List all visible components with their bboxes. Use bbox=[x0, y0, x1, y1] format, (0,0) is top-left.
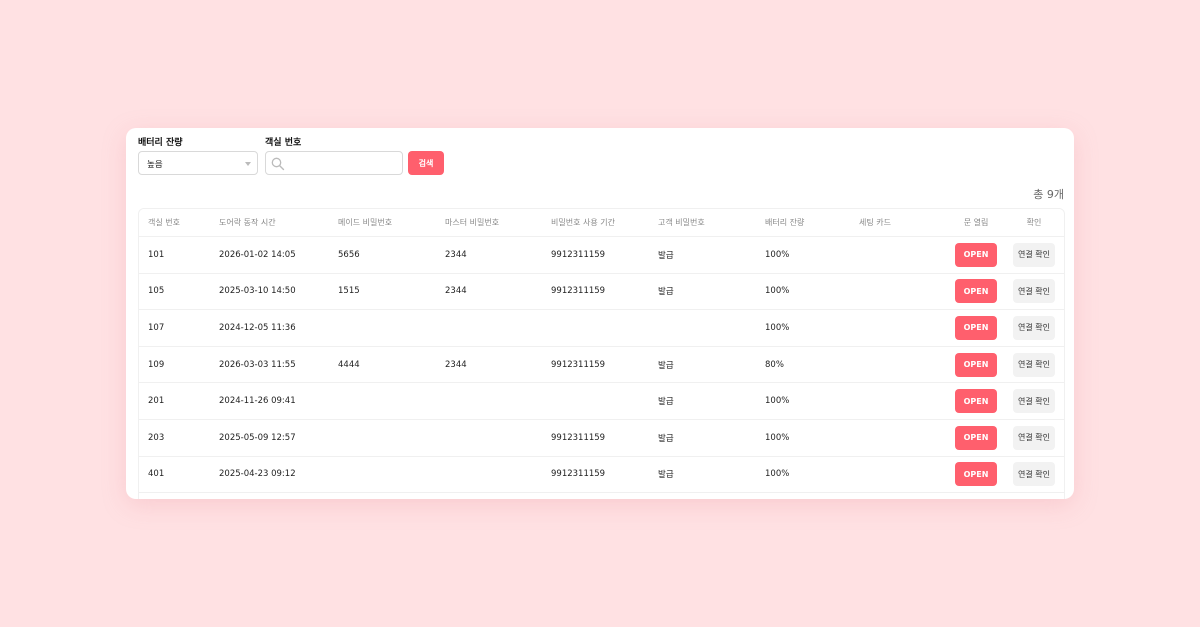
search-icon bbox=[271, 157, 285, 171]
cell-master-password: 2344 bbox=[445, 249, 467, 260]
table-row: 107 2024-12-05 11:36 100% OPEN 연결 확인 bbox=[139, 310, 1064, 347]
cell-guest-password: 발급 bbox=[658, 433, 674, 444]
open-door-button[interactable]: OPEN bbox=[955, 315, 997, 340]
cell-door-open: OPEN bbox=[955, 310, 997, 346]
check-connection-button[interactable]: 연결 확인 bbox=[1013, 425, 1055, 450]
table-row: 401 2025-04-23 09:12 9912311159 발급 100% OPEN 연… bbox=[139, 457, 1064, 494]
table-row: 201 2024-11-26 09:41 발급 100% OPEN 연결 확인 bbox=[139, 383, 1064, 420]
table-row: 203 2025-05-09 12:57 9912311159 발급 100% OPEN 연… bbox=[139, 420, 1064, 457]
header-door-open: 문 열림 bbox=[963, 218, 989, 227]
check-connection-button[interactable]: 연결 확인 bbox=[1013, 279, 1055, 304]
room-filter-label: 객실 번호 bbox=[265, 138, 302, 148]
chevron-down-icon bbox=[245, 162, 251, 166]
table-row: 105 2025-03-10 14:50 1515 2344 9912311159 발급 1… bbox=[139, 274, 1064, 311]
cell-doorlock-time: 2026-03-03 11:55 bbox=[219, 359, 296, 370]
total-count: 총 9개 bbox=[1033, 188, 1064, 201]
cell-maid-password: 1515 bbox=[338, 286, 360, 297]
header-guest-password: 고객 비밀번호 bbox=[658, 218, 705, 227]
open-door-button[interactable]: OPEN bbox=[955, 242, 997, 267]
cell-battery: 100% bbox=[765, 286, 790, 297]
cell-room-number: 201 bbox=[148, 396, 165, 407]
header-room-number: 객실 번호 bbox=[148, 218, 180, 227]
battery-filter-label: 배터리 잔량 bbox=[138, 138, 183, 148]
cell-room-number: 203 bbox=[148, 432, 165, 443]
cell-door-open: OPEN bbox=[955, 457, 997, 493]
cell-guest-password: 발급 bbox=[658, 287, 674, 298]
cell-guest-password: 발급 bbox=[658, 250, 674, 261]
header-doorlock-time: 도어락 동작 시간 bbox=[219, 218, 276, 227]
cell-battery: 100% bbox=[765, 249, 790, 260]
header-master-password: 마스터 비밀번호 bbox=[445, 218, 500, 227]
cell-door-open: OPEN bbox=[955, 420, 997, 456]
cell-battery: 100% bbox=[765, 432, 790, 443]
room-status-card: 배터리 잔량 높음 객실 번호 검색 총 9개 객실 번호 도어락 동작 시간 … bbox=[126, 128, 1074, 499]
header-battery: 배터리 잔량 bbox=[765, 218, 805, 227]
cell-confirm: 연결 확인 bbox=[1012, 420, 1056, 456]
cell-doorlock-time: 2025-03-10 14:50 bbox=[219, 286, 296, 297]
cell-guest-password: 발급 bbox=[658, 470, 674, 481]
cell-door-open: OPEN bbox=[955, 237, 997, 273]
room-search-field[interactable] bbox=[265, 151, 403, 175]
cell-password-period: 9912311159 bbox=[551, 432, 606, 443]
header-setting-card: 세팅 카드 bbox=[859, 218, 891, 227]
cell-master-password: 2344 bbox=[445, 286, 467, 297]
cell-maid-password: 4444 bbox=[338, 359, 360, 370]
cell-doorlock-time: 2026-01-02 14:05 bbox=[219, 249, 296, 260]
battery-select-value: 높음 bbox=[147, 160, 163, 170]
cell-maid-password: 5656 bbox=[338, 249, 360, 260]
open-door-button[interactable]: OPEN bbox=[955, 425, 997, 450]
table-row: 101 2026-01-02 14:05 5656 2344 9912311159 발급 1… bbox=[139, 237, 1064, 274]
battery-select[interactable]: 높음 bbox=[138, 151, 258, 175]
cell-room-number: 107 bbox=[148, 322, 165, 333]
search-button[interactable]: 검색 bbox=[408, 151, 444, 175]
cell-room-number: 105 bbox=[148, 286, 165, 297]
cell-confirm: 연결 확인 bbox=[1012, 274, 1056, 310]
cell-confirm: 연결 확인 bbox=[1012, 347, 1056, 383]
cell-password-period: 9912311159 bbox=[551, 469, 606, 480]
cell-door-open: OPEN bbox=[955, 347, 997, 383]
table-body: 101 2026-01-02 14:05 5656 2344 9912311159 발급 1… bbox=[139, 237, 1064, 494]
cell-doorlock-time: 2025-04-23 09:12 bbox=[219, 469, 296, 480]
cell-confirm: 연결 확인 bbox=[1012, 310, 1056, 346]
cell-confirm: 연결 확인 bbox=[1012, 237, 1056, 273]
cell-guest-password: 발급 bbox=[658, 397, 674, 408]
cell-password-period: 9912311159 bbox=[551, 249, 606, 260]
cell-door-open: OPEN bbox=[955, 383, 997, 419]
cell-doorlock-time: 2024-12-05 11:36 bbox=[219, 322, 296, 333]
check-connection-button[interactable]: 연결 확인 bbox=[1013, 315, 1055, 340]
cell-password-period: 9912311159 bbox=[551, 286, 606, 297]
cell-room-number: 401 bbox=[148, 469, 165, 480]
table-header: 객실 번호 도어락 동작 시간 메이드 비밀번호 마스터 비밀번호 비밀번호 사… bbox=[139, 209, 1064, 237]
cell-room-number: 101 bbox=[148, 249, 165, 260]
header-confirm: 확인 bbox=[1026, 218, 1042, 227]
open-door-button[interactable]: OPEN bbox=[955, 389, 997, 414]
cell-master-password: 2344 bbox=[445, 359, 467, 370]
cell-room-number: 109 bbox=[148, 359, 165, 370]
room-table: 객실 번호 도어락 동작 시간 메이드 비밀번호 마스터 비밀번호 비밀번호 사… bbox=[138, 208, 1065, 499]
cell-doorlock-time: 2024-11-26 09:41 bbox=[219, 396, 296, 407]
header-maid-password: 메이드 비밀번호 bbox=[338, 218, 393, 227]
room-search-input[interactable] bbox=[286, 154, 398, 172]
cell-confirm: 연결 확인 bbox=[1012, 457, 1056, 493]
cell-password-period: 9912311159 bbox=[551, 359, 606, 370]
open-door-button[interactable]: OPEN bbox=[955, 462, 997, 487]
cell-battery: 100% bbox=[765, 469, 790, 480]
check-connection-button[interactable]: 연결 확인 bbox=[1013, 352, 1055, 377]
check-connection-button[interactable]: 연결 확인 bbox=[1013, 389, 1055, 414]
header-password-period: 비밀번호 사용 기간 bbox=[551, 218, 615, 227]
check-connection-button[interactable]: 연결 확인 bbox=[1013, 242, 1055, 267]
cell-battery: 100% bbox=[765, 396, 790, 407]
check-connection-button[interactable]: 연결 확인 bbox=[1013, 462, 1055, 487]
cell-doorlock-time: 2025-05-09 12:57 bbox=[219, 432, 296, 443]
cell-battery: 80% bbox=[765, 359, 784, 370]
table-row: 109 2026-03-03 11:55 4444 2344 9912311159 발급 8… bbox=[139, 347, 1064, 384]
cell-guest-password: 발급 bbox=[658, 360, 674, 371]
open-door-button[interactable]: OPEN bbox=[955, 352, 997, 377]
cell-door-open: OPEN bbox=[955, 274, 997, 310]
cell-battery: 100% bbox=[765, 322, 790, 333]
cell-confirm: 연결 확인 bbox=[1012, 383, 1056, 419]
open-door-button[interactable]: OPEN bbox=[955, 279, 997, 304]
